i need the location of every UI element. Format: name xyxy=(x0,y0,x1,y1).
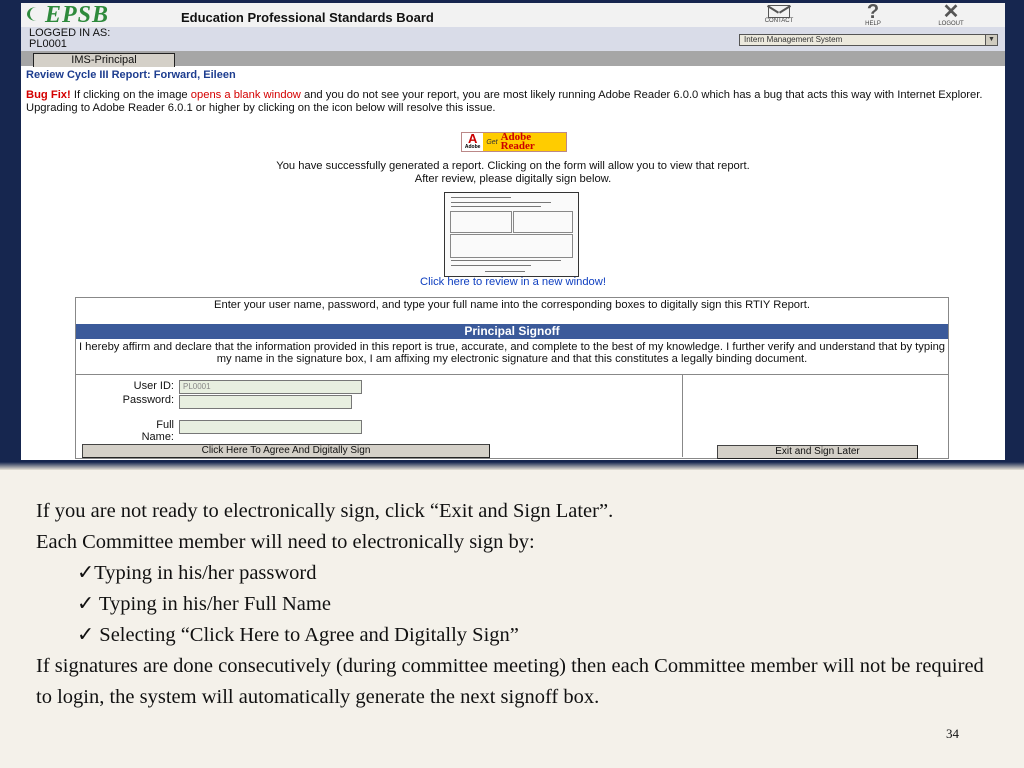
caption-bullet: ✓ Typing in his/her Full Name xyxy=(77,593,331,615)
logged-in-as: LOGGED IN AS: PL0001 xyxy=(29,28,110,50)
agree-and-sign-button[interactable]: Click Here To Agree And Digitally Sign xyxy=(82,444,490,458)
tab-row: IMS-Principal xyxy=(21,51,1005,67)
bugfix-highlight: opens a blank window xyxy=(190,89,301,101)
form-heading: Principal Signoff xyxy=(76,324,948,339)
thumb-table xyxy=(513,211,573,233)
password-input[interactable] xyxy=(179,395,352,409)
logged-in-user: PL0001 xyxy=(29,38,67,50)
caption-bullet: ✓Typing in his/her password xyxy=(77,562,317,584)
bugfix-text-1: If clicking on the image xyxy=(73,89,188,101)
thumb-table xyxy=(450,211,512,233)
form-column-divider xyxy=(682,375,683,457)
question-icon: ? xyxy=(866,3,880,23)
contact-link[interactable]: CONTACT xyxy=(759,3,799,29)
success-message: You have successfully generated a report… xyxy=(21,160,1005,186)
logout-link[interactable]: ✕ LOGOUT xyxy=(931,3,971,29)
slide-top-band: EPSB Education Professional Standards Bo… xyxy=(0,0,1024,470)
form-divider xyxy=(76,374,948,375)
adobe-logo-icon: A Adobe xyxy=(462,132,484,151)
login-bar: LOGGED IN AS: PL0001 Intern Management S… xyxy=(21,27,1005,51)
fullname-label-1: Full xyxy=(156,419,174,431)
caption-line-3: If signatures are done consecutively (du… xyxy=(36,655,984,708)
thumb-table xyxy=(450,234,573,258)
success-line-1: You have successfully generated a report… xyxy=(276,160,750,172)
bugfix-notice: Bug Fix! If clicking on the image opens … xyxy=(26,89,996,115)
fullname-input[interactable] xyxy=(179,420,362,434)
epsb-logo[interactable]: EPSB xyxy=(27,3,109,27)
page-title: Review Cycle III Report: Forward, Eileen xyxy=(26,69,236,81)
slide-caption: If you are not ready to electronically s… xyxy=(36,496,996,713)
get-text: Get xyxy=(486,138,498,146)
system-select[interactable]: Intern Management System ▼ xyxy=(739,34,998,46)
tab-ims-principal[interactable]: IMS-Principal xyxy=(33,53,175,67)
password-label: Password: xyxy=(122,394,174,406)
bugfix-label: Bug Fix! xyxy=(26,89,71,101)
caption-bullet: ✓ Selecting “Click Here to Agree and Dig… xyxy=(77,624,519,646)
form-instructions: Enter your user name, password, and type… xyxy=(214,299,810,311)
get-adobe-reader-button[interactable]: A Adobe Get Adobe Reader xyxy=(461,132,567,152)
thumb-line xyxy=(485,271,525,272)
fullname-label-2: Name: xyxy=(141,431,174,443)
system-select-value: Intern Management System xyxy=(744,35,843,44)
report-thumbnail[interactable] xyxy=(444,192,579,277)
user-id-input[interactable] xyxy=(179,380,362,394)
exit-and-sign-later-button[interactable]: Exit and Sign Later xyxy=(717,445,918,459)
thumb-line xyxy=(451,260,561,261)
thumb-line xyxy=(451,202,551,203)
user-id-label: User ID: xyxy=(133,380,174,392)
affirmation-text: I hereby affirm and declare that the inf… xyxy=(78,341,946,365)
adobe-reader-text: Adobe Reader xyxy=(500,131,535,152)
review-new-window-link[interactable]: Click here to review in a new window! xyxy=(21,276,1005,288)
caption-line-2: Each Committee member will need to elect… xyxy=(36,531,535,553)
logo-swoosh-icon xyxy=(27,7,46,21)
envelope-icon xyxy=(768,5,790,18)
thumb-line xyxy=(451,265,531,266)
page-number: 34 xyxy=(946,726,959,741)
caption-line-1: If you are not ready to electronically s… xyxy=(36,500,614,522)
thumb-line xyxy=(451,197,511,198)
org-name: Education Professional Standards Board xyxy=(181,10,434,25)
app-screenshot: EPSB Education Professional Standards Bo… xyxy=(21,3,1005,460)
app-header: EPSB Education Professional Standards Bo… xyxy=(21,3,1005,27)
principal-signoff-form: Enter your user name, password, and type… xyxy=(75,297,949,459)
thumb-line xyxy=(451,206,541,207)
contact-label: CONTACT xyxy=(764,18,794,24)
success-line-2: After review, please digitally sign belo… xyxy=(414,173,612,185)
help-link[interactable]: ? HELP xyxy=(853,3,893,29)
chevron-down-icon[interactable]: ▼ xyxy=(985,35,997,45)
adobe-brand: Adobe xyxy=(464,144,481,150)
x-icon: ✕ xyxy=(942,3,960,23)
